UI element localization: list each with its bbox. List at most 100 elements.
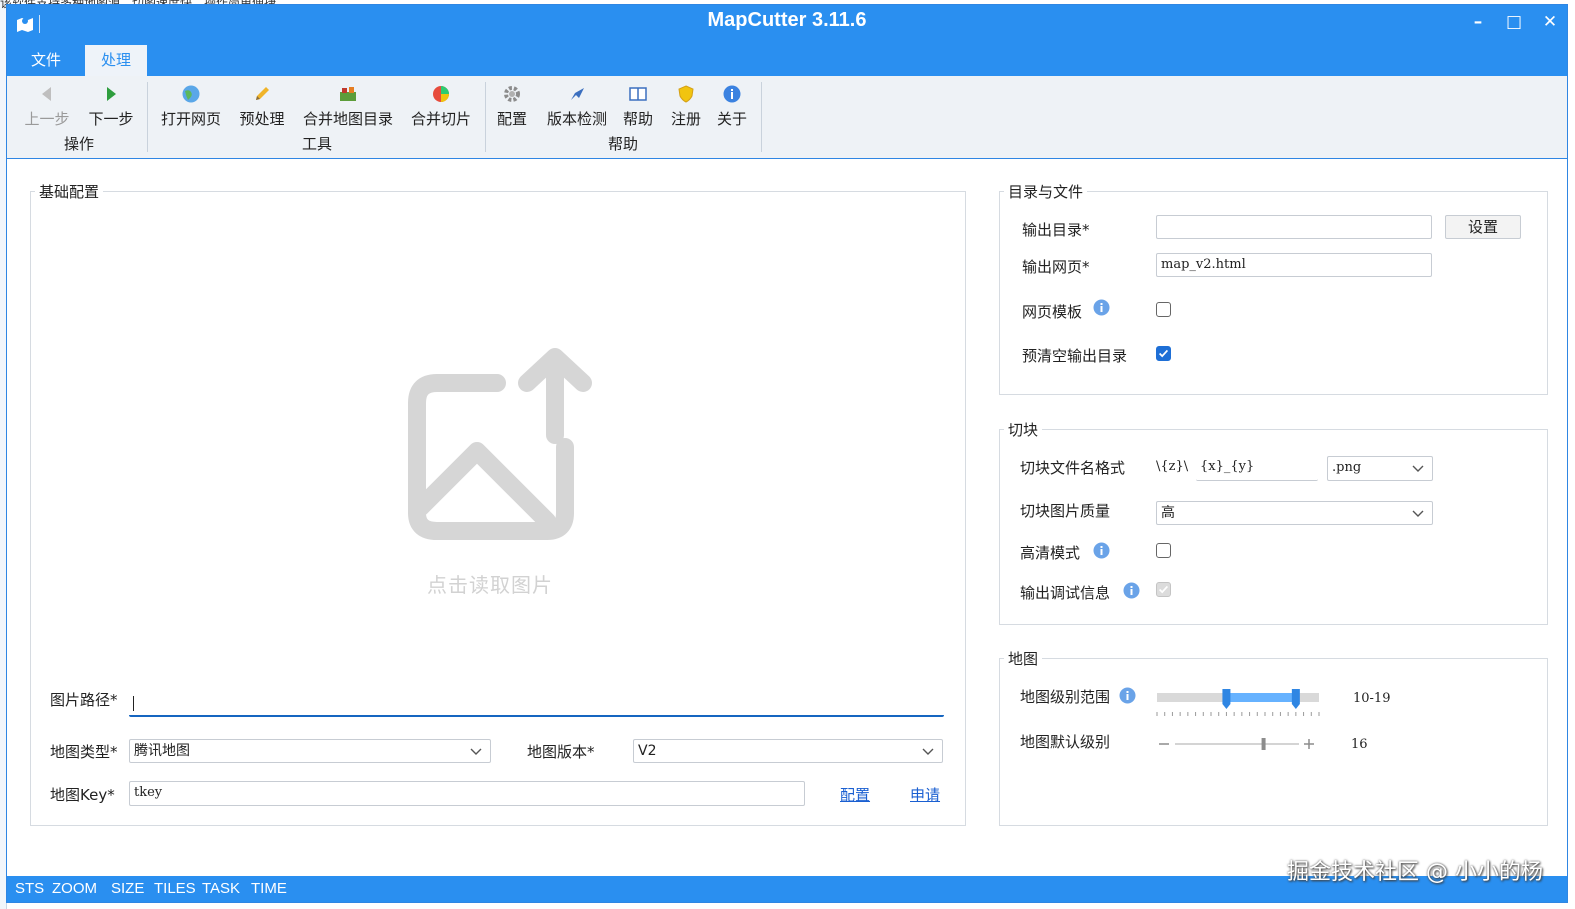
- tab-file[interactable]: 文件: [15, 45, 77, 76]
- tile-quality-select[interactable]: 高: [1156, 501, 1433, 525]
- drop-hint-text[interactable]: 点击读取图片: [427, 569, 553, 598]
- ribbon-toolbar: 上一步 下一步 操作 打开网页 预处理 合并地图目录 合并切片 工具 配置 版本…: [7, 76, 1567, 159]
- help-label: 帮助: [622, 110, 653, 128]
- image-path-label: 图片路径*: [50, 691, 118, 709]
- open-web-button[interactable]: 打开网页: [159, 84, 223, 129]
- template-label: 网页模板: [1022, 303, 1083, 321]
- preprocess-button[interactable]: 预处理: [237, 84, 287, 129]
- status-time: TIME: [251, 880, 287, 897]
- group-label-help: 帮助: [607, 135, 638, 153]
- tile-name-prefix: \{z}\: [1156, 459, 1189, 474]
- output-dir-input[interactable]: [1156, 215, 1432, 239]
- map-type-select[interactable]: 腾讯地图: [129, 739, 491, 763]
- map-legend: 地图: [1008, 650, 1039, 668]
- pie-chart-icon: [433, 86, 449, 102]
- default-level-slider[interactable]: [1155, 733, 1319, 755]
- map-version-value: V2: [638, 743, 657, 759]
- close-button[interactable]: ✕: [1541, 12, 1559, 32]
- merge-tiles-button[interactable]: 合并切片: [409, 84, 473, 129]
- merge-map-dir-label: 合并地图目录: [302, 110, 393, 128]
- output-page-input[interactable]: map_v2.html: [1156, 253, 1432, 277]
- group-label-tools: 工具: [301, 135, 332, 153]
- slider-thumb-min[interactable]: [1222, 689, 1231, 709]
- book-icon: [629, 87, 647, 101]
- register-button[interactable]: 注册: [669, 84, 703, 129]
- tile-name-input[interactable]: {x}_{y}: [1196, 456, 1318, 481]
- output-dir-label: 输出目录*: [1022, 221, 1090, 239]
- tile-legend: 切块: [1008, 421, 1039, 439]
- status-tiles: TILES: [154, 880, 196, 897]
- basic-config-legend: 基础配置: [39, 183, 100, 201]
- info-icon[interactable]: [1123, 582, 1140, 599]
- merge-map-dir-button[interactable]: 合并地图目录: [301, 84, 395, 129]
- map-type-value: 腾讯地图: [134, 743, 190, 759]
- info-icon[interactable]: [1119, 687, 1136, 704]
- debug-info-label: 输出调试信息: [1020, 584, 1111, 602]
- default-level-label: 地图默认级别: [1020, 733, 1111, 751]
- next-step-button[interactable]: 下一步: [87, 84, 135, 129]
- title-bar: MapCutter 3.11.6 – □ ✕: [7, 5, 1567, 45]
- status-task: TASK: [202, 880, 241, 897]
- default-level-value: 16: [1351, 737, 1368, 752]
- maximize-button[interactable]: □: [1505, 12, 1523, 32]
- window-title: MapCutter 3.11.6: [707, 9, 867, 31]
- tile-quality-label: 切块图片质量: [1020, 502, 1111, 520]
- map-version-select[interactable]: V2: [633, 739, 943, 763]
- tile-ext-select[interactable]: .png: [1327, 456, 1433, 481]
- chevron-down-icon: [922, 748, 934, 755]
- info-icon[interactable]: [1093, 299, 1110, 316]
- about-label: 关于: [716, 110, 747, 128]
- about-button[interactable]: 关于: [715, 84, 749, 129]
- text-cursor: [133, 696, 134, 711]
- map-key-label: 地图Key*: [50, 786, 115, 804]
- menu-bar: 文件 处理: [7, 45, 1567, 76]
- template-checkbox[interactable]: [1156, 302, 1171, 317]
- status-zoom: ZOOM: [52, 880, 97, 897]
- slider-thumb[interactable]: [1261, 738, 1266, 750]
- level-range-value: 10-19: [1353, 691, 1391, 706]
- ribbon-separator: [147, 82, 148, 152]
- info-icon[interactable]: [1093, 542, 1110, 559]
- tile-ext-value: .png: [1332, 460, 1362, 475]
- config-link[interactable]: 配置: [840, 784, 870, 805]
- hd-mode-checkbox[interactable]: [1156, 543, 1171, 558]
- merge-folders-icon: [340, 87, 356, 101]
- config-label: 配置: [496, 110, 527, 128]
- register-label: 注册: [670, 110, 701, 128]
- slider-thumb-max[interactable]: [1291, 689, 1300, 709]
- app-window: MapCutter 3.11.6 – □ ✕ 文件 处理 上一步 下一步 操作 …: [6, 4, 1568, 903]
- shield-icon: [678, 85, 694, 103]
- clear-output-label: 预清空输出目录: [1022, 347, 1128, 365]
- hd-mode-label: 高清模式: [1020, 544, 1081, 562]
- image-path-input[interactable]: [129, 691, 944, 717]
- chevron-down-icon: [470, 748, 482, 755]
- debug-info-checkbox[interactable]: [1156, 582, 1171, 597]
- prev-step-button[interactable]: 上一步: [23, 84, 71, 129]
- set-output-dir-button[interactable]: 设置: [1445, 215, 1521, 239]
- checkmark-icon: [1158, 349, 1169, 358]
- tab-process[interactable]: 处理: [85, 45, 147, 76]
- status-sts: STS: [15, 880, 45, 897]
- arrow-right-icon: [107, 87, 116, 101]
- checkmark-icon: [1158, 585, 1169, 594]
- help-button[interactable]: 帮助: [621, 84, 655, 129]
- level-range-label: 地图级别范围: [1020, 688, 1111, 706]
- merge-tiles-label: 合并切片: [410, 110, 471, 128]
- status-size: SIZE: [111, 880, 145, 897]
- level-range-slider[interactable]: [1155, 685, 1323, 719]
- clear-output-checkbox[interactable]: [1156, 346, 1171, 361]
- window-controls: – □ ✕: [1469, 12, 1559, 32]
- slider-ticks: [1156, 712, 1320, 716]
- gear-icon: [504, 86, 520, 102]
- map-key-input[interactable]: tkey: [129, 781, 805, 806]
- dirs-files-legend: 目录与文件: [1008, 183, 1084, 201]
- open-web-label: 打开网页: [160, 110, 221, 128]
- globe-icon: [182, 85, 200, 103]
- image-upload-icon[interactable]: [407, 347, 602, 542]
- arrow-left-icon: [42, 87, 51, 101]
- minimize-button[interactable]: –: [1469, 12, 1487, 32]
- version-check-button[interactable]: 版本检测: [545, 84, 609, 129]
- next-step-label: 下一步: [88, 110, 134, 128]
- config-button[interactable]: 配置: [495, 84, 529, 129]
- apply-link[interactable]: 申请: [910, 784, 940, 805]
